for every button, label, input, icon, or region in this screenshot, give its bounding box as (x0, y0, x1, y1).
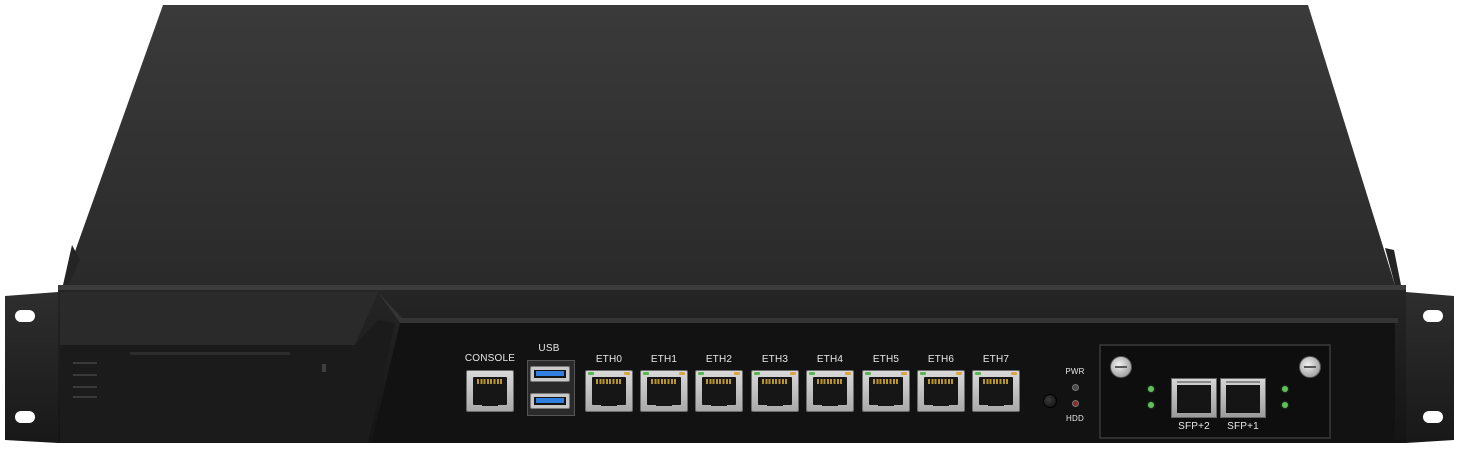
activity-led (624, 372, 630, 375)
eth-latch (988, 397, 1004, 406)
sfp-plus-1-cage[interactable] (1220, 378, 1266, 418)
sfp-plus-2-cage[interactable] (1171, 378, 1217, 418)
link-led (809, 372, 815, 375)
rack-ear-hole-top-right (1423, 310, 1443, 322)
vent-slot (73, 386, 97, 388)
pwr-label: PWR (1065, 367, 1085, 376)
sfp-plus-2-label: SFP+2 (1178, 421, 1210, 432)
sfp1-activity-led (1282, 402, 1288, 408)
eth-pins (596, 379, 622, 384)
console-port-pins (477, 379, 503, 384)
usb-port-top[interactable] (530, 366, 570, 382)
usb3-insert (536, 398, 564, 403)
eth-latch (933, 397, 949, 406)
product-photo: CONSOLE USB ETH0 ETH1 ETH2 ETH3 ETH4 ETH… (0, 0, 1458, 449)
eth1-port[interactable] (640, 370, 688, 412)
eth0-label: ETH0 (595, 354, 623, 365)
link-led (698, 372, 704, 375)
eth5-label: ETH5 (872, 354, 900, 365)
eth3-port[interactable] (751, 370, 799, 412)
eth-pins (706, 379, 732, 384)
eth6-port[interactable] (917, 370, 965, 412)
eth-latch (601, 397, 617, 406)
eth-pins (817, 379, 843, 384)
eth3-label: ETH3 (761, 354, 789, 365)
eth2-port[interactable] (695, 370, 743, 412)
activity-led (1011, 372, 1017, 375)
eth4-port[interactable] (806, 370, 854, 412)
eth6-label: ETH6 (927, 354, 955, 365)
eth1-label: ETH1 (650, 354, 678, 365)
usb-label: USB (538, 343, 560, 354)
eth-latch (711, 397, 727, 406)
eth-pins (983, 379, 1009, 384)
hdd-label: HDD (1066, 414, 1084, 423)
eth7-port[interactable] (972, 370, 1020, 412)
eth-latch (656, 397, 672, 406)
console-label: CONSOLE (464, 353, 516, 364)
console-port[interactable] (466, 370, 514, 412)
eth-pins (651, 379, 677, 384)
activity-led (845, 372, 851, 375)
vent-slot (73, 362, 97, 364)
pwr-led (1072, 384, 1079, 391)
rack-ear-hole-bottom-right (1423, 411, 1443, 423)
eth2-label: ETH2 (705, 354, 733, 365)
front-top-edge (58, 285, 1406, 290)
link-led (865, 372, 871, 375)
eth-latch (767, 397, 783, 406)
sfp-cage-ridge (1177, 381, 1211, 383)
link-led (643, 372, 649, 375)
eth7-label: ETH7 (982, 354, 1010, 365)
link-led (975, 372, 981, 375)
eth4-label: ETH4 (816, 354, 844, 365)
activity-led (734, 372, 740, 375)
activity-led (790, 372, 796, 375)
link-led (588, 372, 594, 375)
usb-port-bottom[interactable] (530, 393, 570, 409)
power-button[interactable] (1043, 394, 1057, 408)
eth5-port[interactable] (862, 370, 910, 412)
eth-pins (873, 379, 899, 384)
usb3-insert (536, 371, 564, 376)
eth-latch (878, 397, 894, 406)
link-led (920, 372, 926, 375)
eth-latch (822, 397, 838, 406)
sfp2-activity-led (1148, 402, 1154, 408)
sfp2-link-led (1148, 386, 1154, 392)
module-screw-right[interactable] (1299, 356, 1321, 378)
console-port-latch (482, 397, 498, 406)
eth0-port[interactable] (585, 370, 633, 412)
eth-pins (762, 379, 788, 384)
activity-led (679, 372, 685, 375)
vent-slot (73, 396, 97, 398)
sfp-cage-opening (1226, 385, 1260, 413)
link-led (754, 372, 760, 375)
sfp1-link-led (1282, 386, 1288, 392)
activity-led (956, 372, 962, 375)
front-left-bezel (60, 292, 378, 345)
front-indicator-slot (322, 364, 326, 372)
chassis-top-cover (63, 5, 1395, 285)
hdd-led (1072, 400, 1079, 407)
module-screw-left[interactable] (1110, 356, 1132, 378)
sfp-cage-opening (1177, 385, 1211, 413)
front-trim-line (130, 352, 290, 355)
activity-led (901, 372, 907, 375)
eth-pins (928, 379, 954, 384)
sfp-cage-ridge (1226, 381, 1260, 383)
rack-ear-hole-bottom-left (15, 411, 35, 423)
rack-ear-hole-top-left (15, 310, 35, 322)
sfp-plus-1-label: SFP+1 (1227, 421, 1259, 432)
vent-slot (73, 374, 97, 376)
